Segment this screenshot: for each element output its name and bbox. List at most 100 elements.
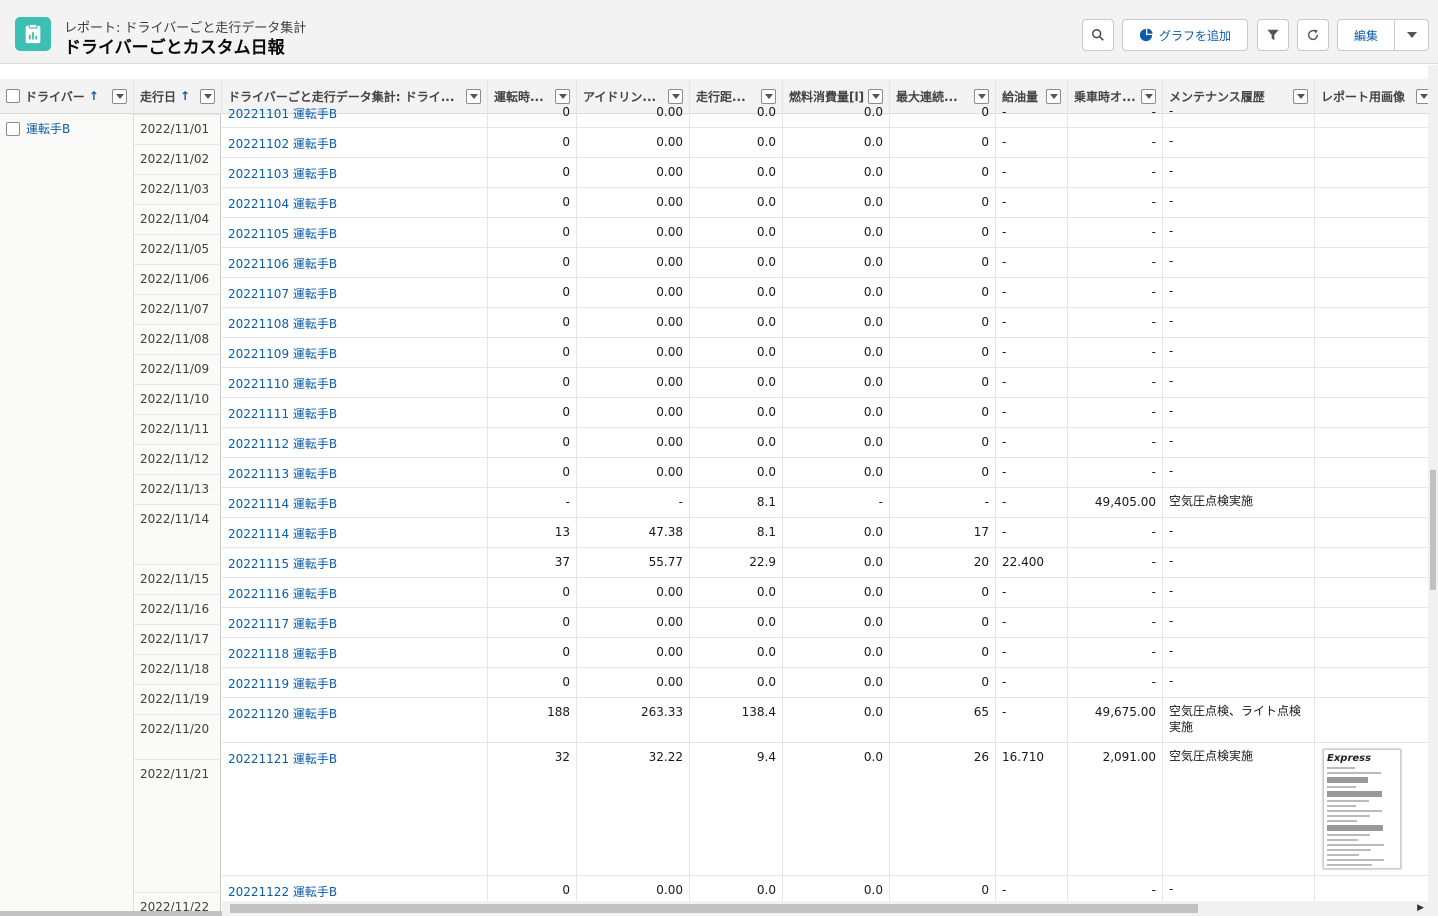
- record-link[interactable]: 20221108 運転手B: [222, 308, 488, 337]
- driver-link[interactable]: 運転手B: [26, 120, 70, 137]
- table-cell: -: [1068, 128, 1163, 157]
- table-cell: -: [1163, 248, 1315, 277]
- record-link[interactable]: 20221114 運転手B: [222, 488, 488, 517]
- table-cell: 0.00: [577, 608, 690, 637]
- table-cell: 0.0: [783, 638, 890, 667]
- sort-ascending-icon[interactable]: ↑: [180, 89, 190, 103]
- record-link[interactable]: 20221109 運転手B: [222, 338, 488, 367]
- table-cell: -: [1068, 638, 1163, 667]
- table-row: 20221116 運転手B 0 0.00 0.0 0.0 0- - -: [222, 578, 1438, 608]
- table-cell: 0.0: [690, 338, 783, 367]
- filter-button[interactable]: [1257, 19, 1289, 51]
- record-link[interactable]: 20221110 運転手B: [222, 368, 488, 397]
- record-link[interactable]: 20221112 運転手B: [222, 428, 488, 457]
- record-link[interactable]: 20221107 運転手B: [222, 278, 488, 307]
- receipt-image[interactable]: Express: [1323, 749, 1401, 869]
- table-row: 20221114 運転手B 13 47.38 8.1 0.0 17- - -: [222, 518, 1438, 548]
- filter-icon: [1267, 29, 1279, 41]
- table-cell: 13: [488, 518, 577, 547]
- table-cell: 16.710: [996, 743, 1068, 875]
- table-cell: 0: [488, 158, 577, 187]
- record-link[interactable]: 20221104 運転手B: [222, 188, 488, 217]
- table-cell: 0: [488, 368, 577, 397]
- table-row: 20221106 運転手B 0 0.00 0.0 0.0 0- - -: [222, 248, 1438, 278]
- record-link[interactable]: 20221103 運転手B: [222, 158, 488, 187]
- report-icon: [15, 17, 51, 51]
- left-scroll-thumb[interactable]: [0, 911, 222, 916]
- report-table: ドライバー ↑ 走行日 ↑ ドライバーごと走行データ集計: ドライ... 運転時.…: [0, 65, 1438, 916]
- table-cell: -: [1163, 668, 1315, 697]
- table-row: 20221104 運転手B 0 0.00 0.0 0.0 0- - -: [222, 188, 1438, 218]
- table-cell: -: [1068, 218, 1163, 247]
- table-row: 20221111 運転手B 0 0.00 0.0 0.0 0- - -: [222, 398, 1438, 428]
- date-group-cell: 2022/11/07: [134, 294, 221, 324]
- add-chart-button[interactable]: グラフを追加: [1122, 19, 1248, 51]
- vertical-scroll-thumb[interactable]: [1430, 470, 1436, 590]
- record-link[interactable]: 20221121 運転手B: [222, 743, 488, 875]
- record-link[interactable]: 20221119 運転手B: [222, 668, 488, 697]
- table-cell: 0: [488, 578, 577, 607]
- table-cell: 0: [488, 398, 577, 427]
- table-cell: -: [996, 398, 1068, 427]
- date-group-cell: 2022/11/12: [134, 444, 221, 474]
- table-cell: 0.0: [783, 158, 890, 187]
- table-cell: [1315, 518, 1438, 547]
- record-link[interactable]: 20221105 運転手B: [222, 218, 488, 247]
- column-menu-dropdown[interactable]: [200, 88, 215, 104]
- table-cell: -: [1163, 368, 1315, 397]
- column-header-driver[interactable]: ドライバー ↑: [0, 79, 134, 114]
- search-button[interactable]: [1082, 19, 1114, 51]
- record-link[interactable]: 20221101 運転手B: [222, 98, 488, 127]
- vertical-scrollbar[interactable]: [1428, 65, 1438, 901]
- table-row: 20221115 運転手B 37 55.77 22.9 0.0 20 22.400- -: [222, 548, 1438, 578]
- table-cell: [1315, 668, 1438, 697]
- table-cell: [1315, 698, 1438, 742]
- table-cell: -: [996, 368, 1068, 397]
- driver-group-cell[interactable]: 運転手B: [6, 120, 70, 137]
- column-menu-dropdown[interactable]: [112, 88, 127, 104]
- table-cell: 0.0: [690, 398, 783, 427]
- table-cell: 0: [488, 458, 577, 487]
- record-link[interactable]: 20221106 運転手B: [222, 248, 488, 277]
- table-cell: 0.0: [783, 578, 890, 607]
- column-header-date[interactable]: 走行日 ↑: [134, 79, 222, 114]
- table-cell: [1315, 368, 1438, 397]
- row-checkbox[interactable]: [6, 121, 20, 136]
- table-cell: 0.00: [577, 308, 690, 337]
- sort-ascending-icon[interactable]: ↑: [89, 89, 99, 103]
- table-cell: 0.0: [783, 278, 890, 307]
- receipt-line: [1327, 844, 1384, 846]
- table-cell: 0.00: [577, 128, 690, 157]
- horizontal-scroll-thumb[interactable]: [230, 904, 1198, 913]
- edit-button[interactable]: 編集: [1337, 19, 1395, 51]
- table-cell: 0.0: [783, 668, 890, 697]
- select-all-checkbox[interactable]: [6, 89, 20, 103]
- record-link[interactable]: 20221115 運転手B: [222, 548, 488, 577]
- record-link[interactable]: 20221117 運転手B: [222, 608, 488, 637]
- table-cell: 空気圧点検実施: [1163, 488, 1315, 517]
- refresh-button[interactable]: [1297, 19, 1329, 51]
- record-link[interactable]: 20221102 運転手B: [222, 128, 488, 157]
- record-link[interactable]: 20221111 運転手B: [222, 398, 488, 427]
- table-cell: 0.00: [577, 428, 690, 457]
- table-cell: 0: [890, 338, 996, 367]
- table-cell: -: [1163, 608, 1315, 637]
- table-cell: 0.00: [577, 398, 690, 427]
- record-link[interactable]: 20221118 運転手B: [222, 638, 488, 667]
- record-link[interactable]: 20221114 運転手B: [222, 518, 488, 547]
- table-cell: -: [577, 488, 690, 517]
- table-cell: [1315, 458, 1438, 487]
- table-row: 20221107 運転手B 0 0.00 0.0 0.0 0- - -: [222, 278, 1438, 308]
- table-cell: 0: [488, 278, 577, 307]
- record-link[interactable]: 20221116 運転手B: [222, 578, 488, 607]
- table-cell: -: [996, 488, 1068, 517]
- record-link[interactable]: 20221113 運転手B: [222, 458, 488, 487]
- record-link[interactable]: 20221120 運転手B: [222, 698, 488, 742]
- table-cell: 0.0: [690, 98, 783, 127]
- horizontal-scrollbar[interactable]: ▶: [222, 901, 1438, 916]
- table-cell: [1315, 98, 1438, 127]
- receipt-line: [1327, 820, 1358, 822]
- more-actions-button[interactable]: [1395, 19, 1429, 51]
- scroll-right-icon[interactable]: ▶: [1417, 903, 1424, 913]
- table-cell: 0: [890, 428, 996, 457]
